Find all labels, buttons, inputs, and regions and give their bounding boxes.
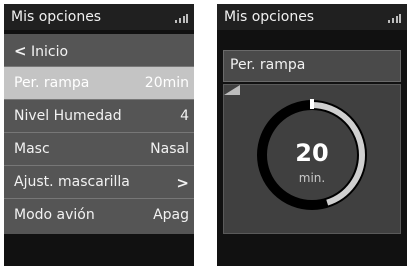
menu-item-airplane-mode[interactable]: Modo avión Apag <box>4 199 194 231</box>
menu-item-ramp-period[interactable]: Per. rampa 20min <box>4 67 194 99</box>
back-to-home-item[interactable]: < Inicio <box>4 34 194 66</box>
ramp-period-screen: Mis opciones Per. rampa 20 min. <box>217 4 407 266</box>
setting-header: Per. rampa <box>223 50 401 82</box>
top-bar: Mis opciones <box>4 4 194 30</box>
menu-item-label: Nivel Humedad <box>14 108 122 124</box>
menu-item-label: Masc <box>14 141 50 157</box>
menu-item-label: Ajust. mascarilla <box>14 174 130 190</box>
top-bar: Mis opciones <box>217 4 407 30</box>
menu-item-value: Apag <box>153 207 189 223</box>
menu-item-value: 20min <box>144 75 189 91</box>
dial-unit: min. <box>298 171 326 185</box>
menu-item-humidity-level[interactable]: Nivel Humedad 4 <box>4 100 194 132</box>
options-menu-screen: Mis opciones < Inicio Per. rampa 20min N… <box>4 4 194 266</box>
back-label: Inicio <box>31 44 69 60</box>
chevron-right-icon: > <box>176 174 189 192</box>
menu-item-value: Nasal <box>150 141 189 157</box>
signal-strength-icon <box>175 14 188 23</box>
ramp-icon <box>224 85 240 95</box>
menu-item-label: Per. rampa <box>14 75 90 91</box>
chevron-left-icon: < <box>14 42 27 60</box>
menu-item-label: Modo avión <box>14 207 95 223</box>
signal-strength-icon <box>388 14 401 23</box>
dial-value: 20 <box>295 139 329 167</box>
ramp-dial[interactable]: 20 min. <box>223 84 401 234</box>
screen-title: Mis opciones <box>11 9 102 25</box>
menu-item-value: 4 <box>180 108 189 124</box>
options-menu: < Inicio Per. rampa 20min Nivel Humedad … <box>4 34 194 234</box>
menu-item-mask[interactable]: Masc Nasal <box>4 133 194 165</box>
setting-label: Per. rampa <box>230 57 306 73</box>
menu-item-mask-fit[interactable]: Ajust. mascarilla > <box>4 166 194 198</box>
screen-title: Mis opciones <box>224 9 315 25</box>
